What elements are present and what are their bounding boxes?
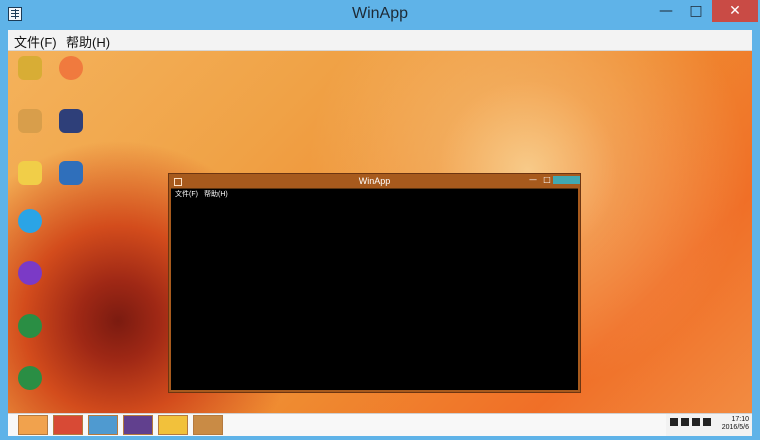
outer-window: WinApp — □ ✕ 文件(F) 帮助(H) WinApp — □ 文件(F… — [0, 0, 760, 440]
desktop-icon-8[interactable] — [13, 261, 47, 287]
inner-window-title: WinApp — [358, 176, 391, 186]
inner-minimize-button[interactable]: — — [528, 176, 538, 184]
desktop-icon-6[interactable] — [54, 161, 88, 187]
system-tray: 17:10 2016/5/6 — [666, 414, 752, 436]
satellite-icon-2 — [18, 366, 42, 390]
window-title: WinApp — [351, 5, 409, 22]
cup-icon — [18, 109, 42, 133]
menu-help[interactable]: 帮助(H) — [66, 32, 110, 51]
desktop-icon-10[interactable] — [13, 366, 47, 392]
clock-time: 17:10 — [731, 416, 749, 423]
desktop-icon-3[interactable] — [13, 109, 47, 135]
ie-button[interactable] — [18, 415, 48, 435]
desktop-view: WinApp — □ 文件(F) 帮助(H) — [8, 51, 752, 416]
close-button[interactable]: ✕ — [712, 0, 758, 22]
satellite-icon — [18, 314, 42, 338]
desktop-icon-7[interactable] — [13, 209, 47, 235]
globe-icon — [18, 261, 42, 285]
folder-icon — [18, 56, 42, 80]
star-icon — [18, 161, 42, 185]
inner-maximize-button[interactable]: □ — [542, 176, 552, 184]
taskbar: 17:10 2016/5/6 — [8, 413, 752, 436]
desktop-icon-1[interactable] — [13, 56, 47, 82]
menu-bar: 文件(F) 帮助(H) — [8, 30, 752, 51]
chat-icon — [18, 209, 42, 233]
tray-icon-4[interactable] — [703, 418, 711, 426]
media-button[interactable] — [53, 415, 83, 435]
minimize-button[interactable]: — — [652, 0, 680, 22]
tray-icon-3[interactable] — [692, 418, 700, 426]
menu-file[interactable]: 文件(F) — [14, 32, 57, 51]
paint-button[interactable] — [88, 415, 118, 435]
app-taskbar-button[interactable] — [193, 415, 223, 435]
help-button[interactable] — [158, 415, 188, 435]
inner-content-area — [171, 198, 578, 390]
inner-window: WinApp — □ 文件(F) 帮助(H) — [168, 173, 581, 393]
title-bar: WinApp — □ ✕ — [0, 0, 760, 30]
vs-button[interactable] — [123, 415, 153, 435]
tray-icon-2[interactable] — [681, 418, 689, 426]
screen-icon — [59, 161, 83, 185]
tray-icon-1[interactable] — [670, 418, 678, 426]
clock[interactable]: 17:10 2016/5/6 — [722, 416, 749, 432]
clock-date: 2016/5/6 — [721, 424, 749, 431]
inner-close-button[interactable] — [553, 176, 580, 184]
desktop-icon-2[interactable] — [54, 56, 88, 82]
pen-icon — [59, 109, 83, 133]
desktop-icon-9[interactable] — [13, 314, 47, 340]
desktop-icon-5[interactable] — [13, 161, 47, 187]
app-round-icon — [59, 56, 83, 80]
desktop-icon-4[interactable] — [54, 109, 88, 135]
maximize-button[interactable]: □ — [682, 0, 710, 22]
